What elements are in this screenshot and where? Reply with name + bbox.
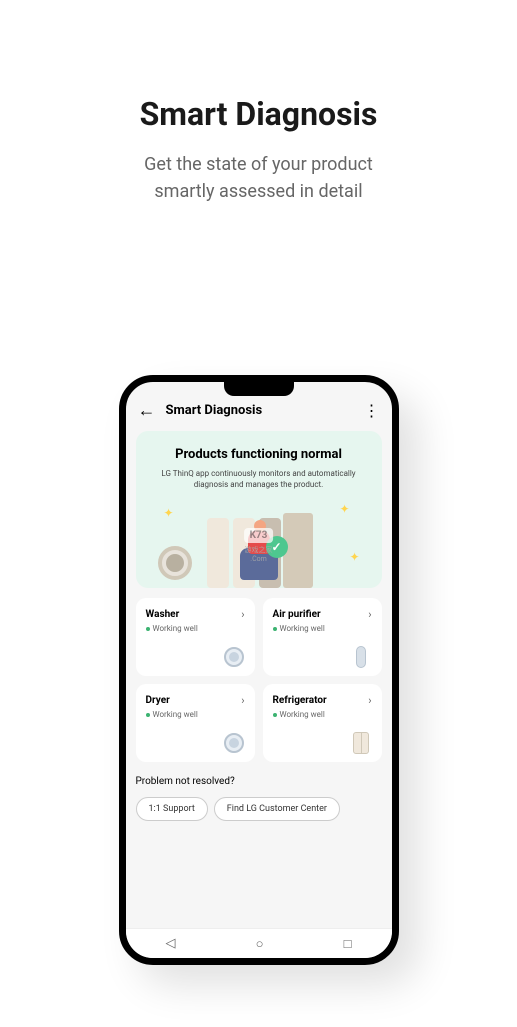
- product-card-dryer[interactable]: Dryer › Working well: [136, 684, 255, 762]
- more-icon[interactable]: ⋮: [364, 401, 380, 420]
- support-button[interactable]: 1:1 Support: [136, 797, 208, 821]
- products-grid: Washer › Working well Air purifier › Wor…: [136, 598, 382, 762]
- phone-mockup: ← Smart Diagnosis ⋮ Products functioning…: [119, 375, 399, 965]
- product-status: Working well: [153, 624, 198, 633]
- product-name: Dryer: [146, 695, 170, 706]
- status-dot-icon: [146, 627, 150, 631]
- person-illustration-icon: ✓: [240, 548, 278, 580]
- product-name: Refrigerator: [273, 695, 327, 706]
- checkmark-badge-icon: ✓: [266, 536, 288, 558]
- app-bar-title: Smart Diagnosis: [166, 403, 354, 418]
- product-card-air-purifier[interactable]: Air purifier › Working well: [263, 598, 382, 676]
- back-arrow-icon[interactable]: ←: [138, 400, 156, 421]
- appliance-illustration-icon: [207, 518, 229, 588]
- find-customer-center-button[interactable]: Find LG Customer Center: [214, 797, 340, 821]
- product-status: Working well: [280, 710, 325, 719]
- page-title: Smart Diagnosis: [0, 95, 517, 133]
- product-name: Air purifier: [273, 609, 321, 620]
- nav-back-icon[interactable]: ◁: [166, 936, 176, 951]
- hero-illustration: ✦ ✦ ✦ ✓ K73 游戏之家.Com: [150, 498, 368, 588]
- android-nav-bar: ◁ ○ □: [126, 928, 392, 958]
- chevron-right-icon: ›: [368, 694, 371, 707]
- fridge-illustration-icon: [283, 513, 313, 588]
- hero-title: Products functioning normal: [150, 447, 368, 462]
- refrigerator-icon: [350, 732, 372, 754]
- nav-home-icon[interactable]: ○: [256, 936, 264, 952]
- status-dot-icon: [273, 627, 277, 631]
- chevron-right-icon: ›: [368, 608, 371, 621]
- chevron-right-icon: ›: [241, 694, 244, 707]
- product-status: Working well: [153, 710, 198, 719]
- phone-notch: [224, 382, 294, 396]
- washer-illustration-icon: [158, 546, 192, 580]
- air-purifier-icon: [350, 646, 372, 668]
- product-card-refrigerator[interactable]: Refrigerator › Working well: [263, 684, 382, 762]
- hero-status-card: Products functioning normal LG ThinQ app…: [136, 431, 382, 588]
- product-name: Washer: [146, 609, 180, 620]
- dryer-icon: [223, 732, 245, 754]
- chevron-right-icon: ›: [241, 608, 244, 621]
- hero-description: LG ThinQ app continuously monitors and a…: [150, 468, 368, 490]
- product-card-washer[interactable]: Washer › Working well: [136, 598, 255, 676]
- status-dot-icon: [273, 713, 277, 717]
- nav-recent-icon[interactable]: □: [344, 936, 352, 952]
- washer-icon: [223, 646, 245, 668]
- product-status: Working well: [280, 624, 325, 633]
- footer-section: Problem not resolved? 1:1 Support Find L…: [126, 762, 392, 835]
- footer-question: Problem not resolved?: [136, 776, 382, 787]
- page-subtitle: Get the state of your product smartly as…: [0, 151, 517, 205]
- status-dot-icon: [146, 713, 150, 717]
